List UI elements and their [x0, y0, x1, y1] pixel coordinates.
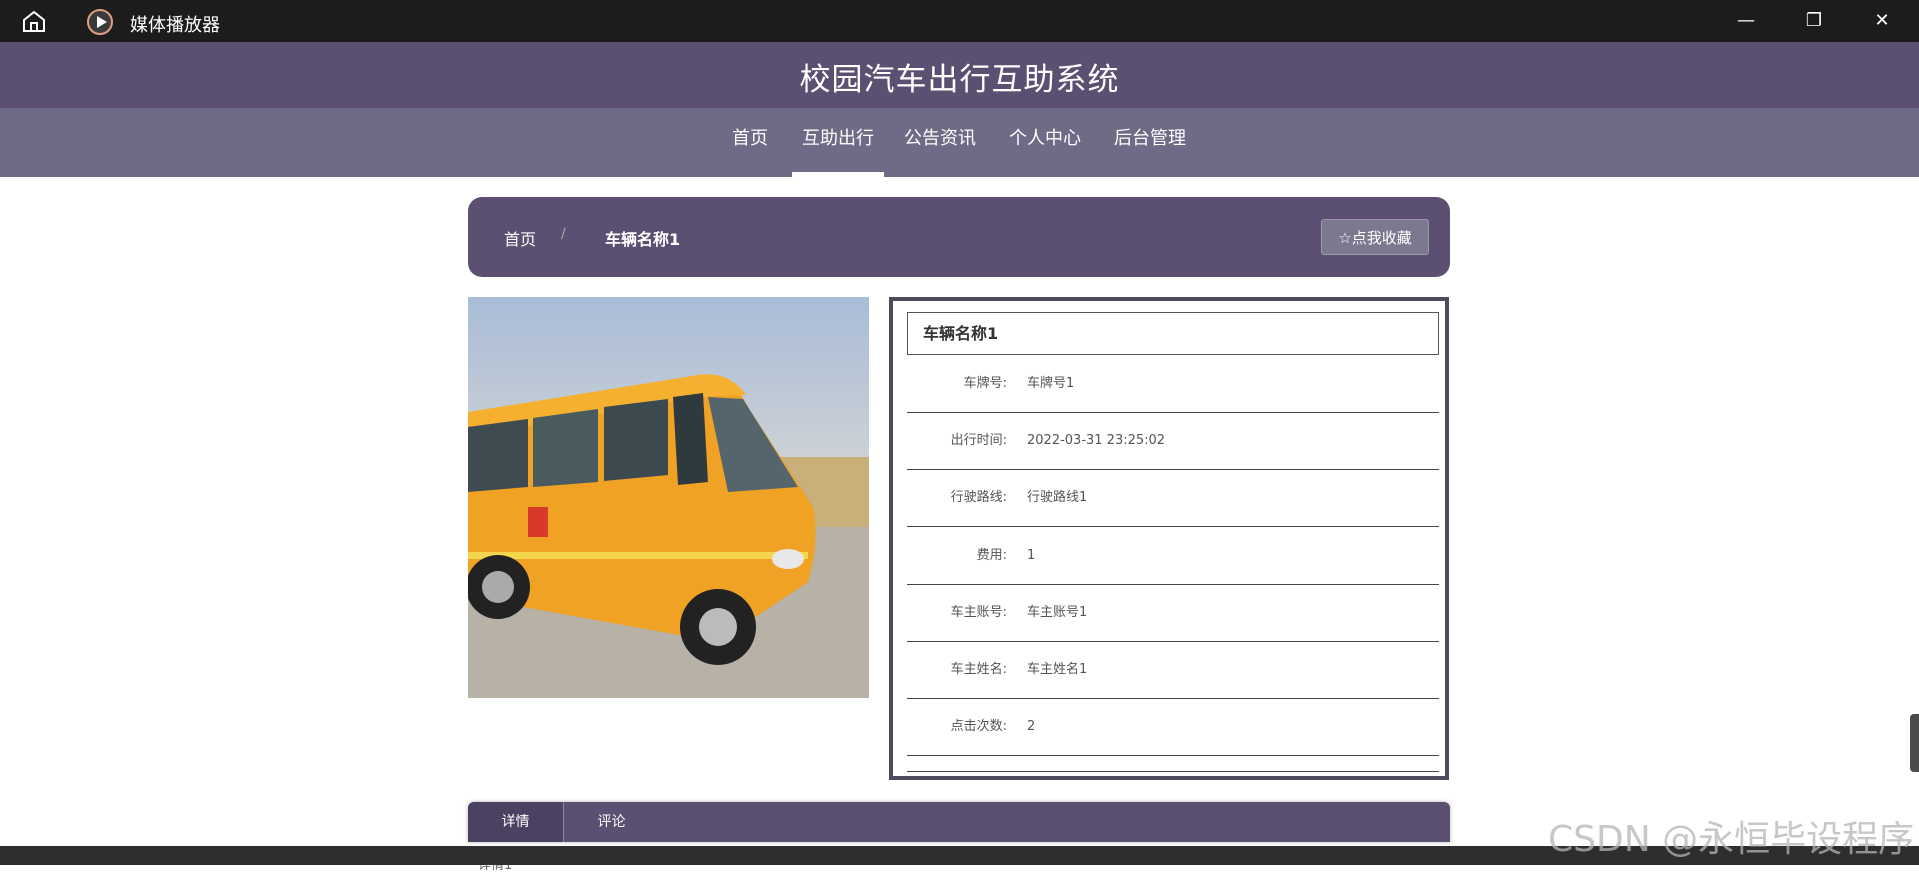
detail-value: 车主账号1	[1027, 605, 1088, 620]
nav-item-profile[interactable]: 个人中心	[1009, 108, 1081, 177]
close-button[interactable]: ✕	[1860, 6, 1904, 36]
nav-item-news[interactable]: 公告资讯	[904, 108, 976, 177]
detail-value: 行驶路线1	[1027, 490, 1088, 505]
detail-label: 行驶路线:	[950, 490, 1007, 505]
breadcrumb-separator: /	[561, 226, 566, 242]
watermark: CSDN @永恒毕设程序	[1548, 819, 1915, 860]
home-icon[interactable]	[20, 9, 48, 33]
detail-value: 2022-03-31 23:25:02	[1027, 433, 1166, 448]
detail-label: 车主账号:	[950, 605, 1007, 620]
detail-tabs: 详情 评论	[468, 802, 1450, 842]
breadcrumb-home-link[interactable]: 首页	[504, 226, 536, 250]
scrollbar-handle[interactable]	[1910, 714, 1919, 772]
nav-item-carpool[interactable]: 互助出行	[792, 108, 884, 177]
site-header: 校园汽车出行互助系统	[0, 42, 1919, 108]
detail-value: 1	[1027, 548, 1036, 563]
detail-label: 费用:	[976, 548, 1007, 563]
site-title: 校园汽车出行互助系统	[799, 62, 1120, 98]
detail-value: 车主姓名1	[1027, 662, 1088, 677]
tab-details[interactable]: 详情	[468, 802, 564, 842]
main-nav: 首页 互助出行 公告资讯 个人中心 后台管理	[0, 108, 1919, 177]
media-player-logo-icon	[87, 9, 113, 35]
favorite-button[interactable]: ☆点我收藏	[1321, 219, 1429, 255]
tab-comments[interactable]: 评论	[564, 802, 659, 842]
detail-row-owner-name: 车主姓名: 车主姓名1	[907, 641, 1439, 699]
breadcrumb: 首页 / 车辆名称1 ☆点我收藏	[468, 197, 1450, 277]
maximize-button[interactable]: ❐	[1792, 6, 1836, 36]
detail-label: 出行时间:	[950, 433, 1007, 448]
nav-item-home[interactable]: 首页	[732, 108, 768, 177]
app-title: 媒体播放器	[130, 15, 220, 36]
detail-label: 车牌号:	[963, 376, 1007, 391]
detail-title: 车辆名称1	[907, 312, 1439, 355]
detail-value: 2	[1027, 719, 1036, 734]
detail-divider	[907, 771, 1439, 772]
breadcrumb-current: 车辆名称1	[605, 230, 681, 249]
detail-label: 车主姓名:	[950, 662, 1007, 677]
window-titlebar: 媒体播放器 — ❐ ✕	[0, 0, 1919, 42]
vehicle-detail-card: 车辆名称1 车牌号: 车牌号1 出行时间: 2022-03-31 23:25:0…	[889, 297, 1449, 780]
detail-row-click-count: 点击次数: 2	[907, 698, 1439, 756]
vehicle-photo	[468, 297, 869, 698]
detail-row-plate: 车牌号: 车牌号1	[907, 355, 1439, 413]
detail-row-fee: 费用: 1	[907, 527, 1439, 585]
detail-row-owner-account: 车主账号: 车主账号1	[907, 584, 1439, 642]
detail-value: 车牌号1	[1027, 376, 1075, 391]
detail-row-departure-time: 出行时间: 2022-03-31 23:25:02	[907, 412, 1439, 470]
nav-item-admin[interactable]: 后台管理	[1114, 108, 1186, 177]
detail-label: 点击次数:	[950, 719, 1007, 734]
detail-row-route: 行驶路线: 行驶路线1	[907, 469, 1439, 527]
minimize-button[interactable]: —	[1724, 6, 1768, 36]
